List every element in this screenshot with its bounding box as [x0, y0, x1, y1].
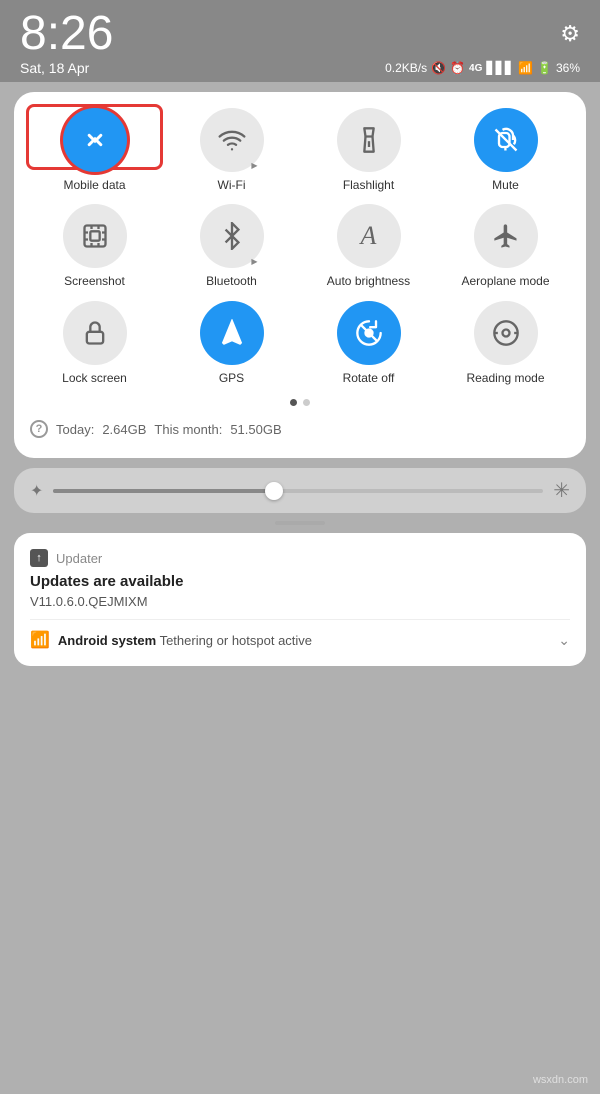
- bluetooth-label: Bluetooth: [206, 274, 257, 288]
- reading-mode-label: Reading mode: [466, 371, 544, 385]
- today-value: 2.64GB: [102, 422, 146, 437]
- 4g-icon: 4G: [469, 63, 482, 74]
- clock: 8:26: [20, 10, 113, 58]
- brightness-high-icon: ✳: [553, 478, 570, 503]
- notif-secondary-text: Android system Tethering or hotspot acti…: [58, 633, 312, 648]
- speed-indicator: 0.2KB/s: [385, 61, 427, 75]
- tile-auto-brightness[interactable]: A Auto brightness: [304, 204, 433, 288]
- tile-reading-mode[interactable]: Reading mode: [441, 301, 570, 385]
- battery-icon: 🔋: [537, 61, 552, 75]
- rotate-off-label: Rotate off: [343, 371, 395, 385]
- reading-mode-tile-icon: [474, 301, 538, 365]
- tile-mute[interactable]: Mute: [441, 108, 570, 192]
- mute-icon: 🔇: [431, 61, 446, 75]
- tile-flashlight[interactable]: Flashlight: [304, 108, 433, 192]
- notification-card[interactable]: ↑ Updater Updates are available V11.0.6.…: [14, 533, 586, 666]
- gps-tile-icon: [200, 301, 264, 365]
- lock-tile-icon: [63, 301, 127, 365]
- brightness-fill: [53, 489, 273, 493]
- tile-screenshot[interactable]: Screenshot: [30, 204, 159, 288]
- notif-body: V11.0.6.0.QEJMIXM: [30, 594, 570, 609]
- chevron-down-icon[interactable]: ⌄: [558, 632, 570, 649]
- settings-icon[interactable]: ⚙: [560, 21, 580, 47]
- month-label: This month:: [154, 422, 222, 437]
- wifi-arrow-icon: ▶: [251, 161, 257, 170]
- updater-app-icon: ↑: [30, 549, 48, 567]
- data-usage: ? Today: 2.64GB This month: 51.50GB: [30, 416, 570, 442]
- notif-secondary: 📶 Android system Tethering or hotspot ac…: [30, 630, 570, 650]
- bluetooth-arrow-icon: ▶: [251, 257, 257, 266]
- data-usage-help-icon[interactable]: ?: [30, 420, 48, 438]
- brightness-thumb[interactable]: [265, 482, 283, 500]
- mobile-data-label: Mobile data: [63, 178, 125, 192]
- status-icons: 0.2KB/s 🔇 ⏰ 4G ▋▋▋ 📶 🔋 36%: [385, 61, 580, 75]
- tiles-grid: Mobile data ▶ Wi-Fi Flashlight: [30, 108, 570, 385]
- tile-gps[interactable]: GPS: [167, 301, 296, 385]
- date-label: Sat, 18 Apr: [20, 60, 89, 76]
- brightness-slider-container: ✦ ✳: [14, 468, 586, 513]
- wifi-icon: 📶: [518, 61, 533, 75]
- flashlight-tile-icon: [337, 108, 401, 172]
- tile-mobile-data[interactable]: Mobile data: [30, 108, 159, 192]
- bluetooth-tile-icon: ▶: [200, 204, 264, 268]
- tile-lock-screen[interactable]: Lock screen: [30, 301, 159, 385]
- battery-percent: 36%: [556, 61, 580, 75]
- auto-brightness-tile-icon: A: [337, 204, 401, 268]
- tile-rotate-off[interactable]: Rotate off: [304, 301, 433, 385]
- brightness-track[interactable]: [53, 489, 543, 493]
- notif-divider: [30, 619, 570, 620]
- gps-label: GPS: [219, 371, 244, 385]
- aeroplane-label: Aeroplane mode: [461, 274, 549, 288]
- signal-icon: ▋▋▋: [486, 61, 514, 75]
- screenshot-tile-icon: [63, 204, 127, 268]
- tile-aeroplane[interactable]: Aeroplane mode: [441, 204, 570, 288]
- flashlight-label: Flashlight: [343, 178, 394, 192]
- tile-bluetooth[interactable]: ▶ Bluetooth: [167, 204, 296, 288]
- pagination-dots: [30, 399, 570, 406]
- rotate-tile-icon: [337, 301, 401, 365]
- lock-screen-label: Lock screen: [62, 371, 127, 385]
- alarm-icon: ⏰: [450, 61, 465, 75]
- mute-label: Mute: [492, 178, 519, 192]
- auto-brightness-label: Auto brightness: [327, 274, 410, 288]
- mute-tile-icon: [474, 108, 538, 172]
- aeroplane-tile-icon: [474, 204, 538, 268]
- today-label: Today:: [56, 422, 94, 437]
- brightness-low-icon: ✦: [30, 481, 43, 501]
- drag-handle: [275, 521, 325, 525]
- screenshot-label: Screenshot: [64, 274, 125, 288]
- dot-1: [290, 399, 297, 406]
- notif-header: ↑ Updater: [30, 549, 570, 567]
- notif-app-name: Updater: [56, 551, 102, 566]
- quick-settings-panel: Mobile data ▶ Wi-Fi Flashlight: [14, 92, 586, 458]
- status-bar: 8:26 ⚙ Sat, 18 Apr 0.2KB/s 🔇 ⏰ 4G ▋▋▋ 📶 …: [0, 0, 600, 82]
- notif-title: Updates are available: [30, 573, 570, 590]
- wifi-secondary-icon: 📶: [30, 630, 50, 650]
- wifi-tile-icon: ▶: [200, 108, 264, 172]
- dot-2: [303, 399, 310, 406]
- tile-wifi[interactable]: ▶ Wi-Fi: [167, 108, 296, 192]
- month-value: 51.50GB: [230, 422, 281, 437]
- watermark: wsxdn.com: [533, 1074, 588, 1086]
- mobile-data-icon: [63, 108, 127, 172]
- wifi-label: Wi-Fi: [218, 178, 246, 192]
